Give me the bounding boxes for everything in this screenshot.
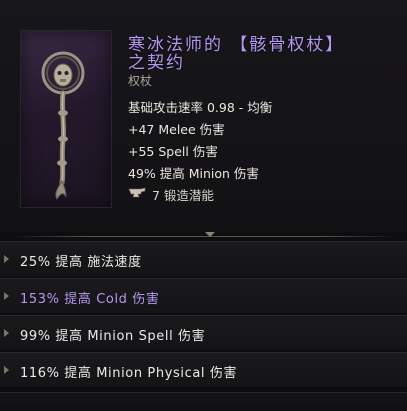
affix-marker-icon [4,329,9,337]
tooltip-footer [0,392,407,411]
item-header: 寒冰法师的 【骸骨权杖】 之契约 权杖 基础攻击速率 0.98 - 均衡 +47… [0,0,407,232]
affix-row: 25% 提高 施法速度 [0,241,407,276]
stat-minion-damage: 49% 提高 Minion 伤害 [128,166,259,181]
anvil-icon [128,187,146,202]
stat-spell-damage: +55 Spell 伤害 [128,144,218,159]
stat-melee-damage: +47 Melee 伤害 [128,122,225,137]
item-tooltip: 寒冰法师的 【骸骨权杖】 之契约 权杖 基础攻击速率 0.98 - 均衡 +47… [0,0,407,411]
affix-marker-icon [4,292,9,300]
forge-potential: 7 锻造潜能 [128,185,214,204]
item-image-frame [20,30,112,208]
affix-text: 116% 提高 Minion Physical 伤害 [20,366,238,381]
forge-potential-label: 7 锻造潜能 [152,188,214,203]
stat-attack-speed: 基础攻击速率 0.98 - 均衡 [128,100,273,115]
affix-row: 99% 提高 Minion Spell 伤害 [0,315,407,350]
affix-row: 153% 提高 Cold 伤害 [0,278,407,313]
affix-row: 116% 提高 Minion Physical 伤害 [0,352,407,387]
affix-text: 153% 提高 Cold 伤害 [20,292,160,307]
affix-marker-icon [4,255,9,263]
bone-scepter-icon [41,51,85,200]
item-title: 寒冰法师的 【骸骨权杖】 之契约 [128,35,345,73]
affix-text: 25% 提高 施法速度 [20,255,142,270]
affix-marker-icon [4,366,9,374]
section-divider [10,232,400,240]
affix-text: 99% 提高 Minion Spell 伤害 [20,329,206,344]
item-type: 权杖 [128,74,153,88]
